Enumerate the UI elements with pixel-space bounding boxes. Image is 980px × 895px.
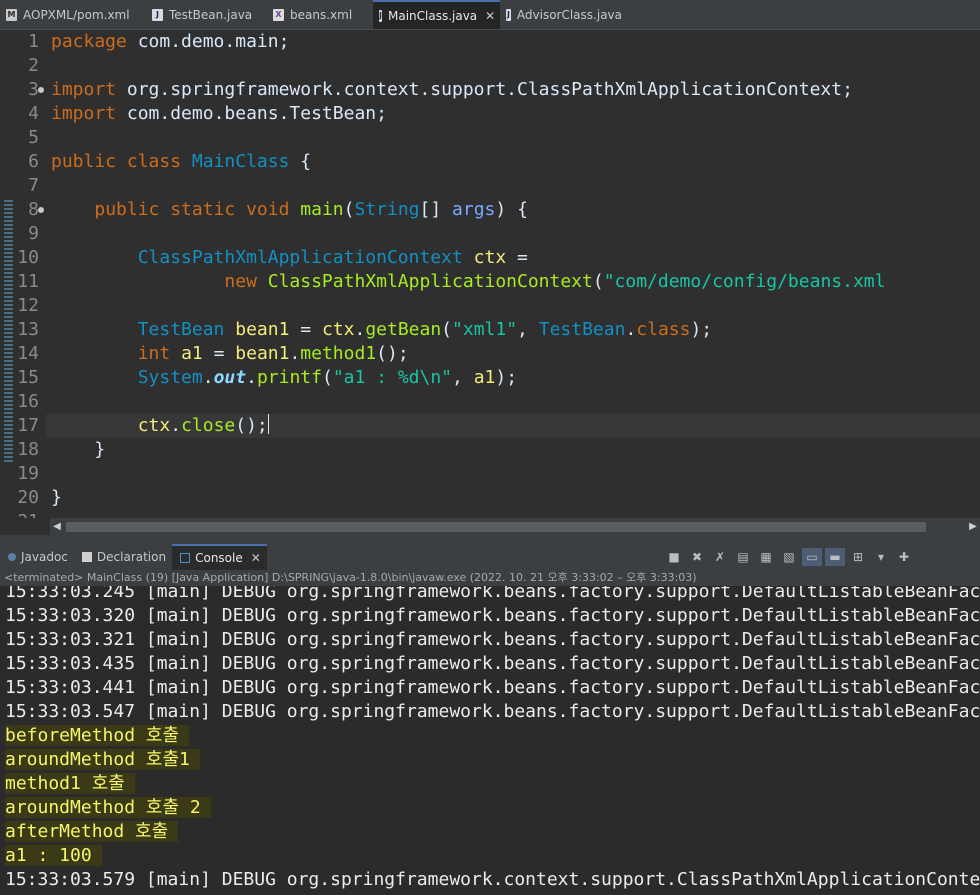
code-line-1: package com.demo.main; <box>51 31 290 52</box>
tab-declaration[interactable]: Declaration <box>74 544 172 570</box>
horizontal-scrollbar[interactable]: ◀ ▶ <box>50 518 980 535</box>
line-number: 3 <box>28 79 39 100</box>
remove-launch-icon[interactable]: ✖ <box>687 548 707 566</box>
console-status-line: <terminated> MainClass (19) [Java Applic… <box>0 570 980 586</box>
scroll-right-icon[interactable]: ▶ <box>966 518 980 535</box>
word-wrap-icon[interactable]: ▧ <box>779 548 799 566</box>
console-line: 15:33:03.321 [main] DEBUG org.springfram… <box>5 629 980 650</box>
console-line: 15:33:03.579 [main] DEBUG org.springfram… <box>5 869 980 890</box>
show-on-stdout-icon[interactable]: ▭ <box>802 548 822 566</box>
code-line-14: int a1 = bean1.method1(); <box>137 343 409 364</box>
text-cursor <box>267 414 269 434</box>
scrollbar-thumb[interactable] <box>66 522 926 532</box>
line-number: 20 <box>17 487 39 508</box>
console-line: 15:33:03.441 [main] DEBUG org.springfram… <box>5 677 980 698</box>
scroll-lock-icon[interactable]: ▦ <box>756 548 776 566</box>
console-output-line: beforeMethod 호출 <box>5 725 189 746</box>
tab-beans-xml[interactable]: X beans.xml <box>267 0 373 29</box>
javadoc-icon <box>8 553 16 561</box>
console-icon <box>180 553 191 563</box>
line-number: 12 <box>17 295 39 316</box>
gutter-filler <box>0 518 50 535</box>
tab-label: MainClass.java <box>387 8 478 23</box>
code-line-10: ClassPathXmlApplicationContext ctx = <box>137 247 528 268</box>
remove-all-icon[interactable]: ✗ <box>710 548 730 566</box>
show-on-stderr-icon[interactable]: ▬ <box>825 548 845 566</box>
line-number: 8 <box>28 199 39 220</box>
tab-label: AdvisorClass.java <box>516 7 622 22</box>
console-line: 15:33:03.435 [main] DEBUG org.springfram… <box>5 653 980 674</box>
line-number: 16 <box>17 391 39 412</box>
tab-testbean-java[interactable]: J TestBean.java <box>146 0 267 29</box>
line-number: 14 <box>17 343 39 364</box>
tab-label: Declaration <box>96 550 167 564</box>
line-number: 5 <box>28 127 39 148</box>
open-console-icon[interactable]: ✚ <box>894 548 914 566</box>
line-number: 19 <box>17 463 39 484</box>
tab-javadoc[interactable]: Javadoc <box>0 544 74 570</box>
tab-label: Console <box>195 551 243 565</box>
line-number: 6 <box>28 151 39 172</box>
panel-divider[interactable] <box>0 535 980 544</box>
pin-console-icon[interactable]: ⊞ <box>848 548 868 566</box>
tab-label: TestBean.java <box>169 7 253 22</box>
code-line-8: public static void main(String[] args) { <box>94 199 528 220</box>
java-file-icon: J <box>152 8 163 21</box>
terminate-icon[interactable]: ■ <box>664 548 684 566</box>
clear-console-icon[interactable]: ▤ <box>733 548 753 566</box>
fold-icon[interactable] <box>38 87 44 93</box>
editor-tab-bar: M AOPXML/pom.xml J TestBean.java X beans… <box>0 0 980 30</box>
line-number: 15 <box>17 367 39 388</box>
code-line-17: ctx.close(); <box>137 414 269 436</box>
line-number: 9 <box>28 223 39 244</box>
xml-file-icon: X <box>273 8 284 21</box>
line-number: 7 <box>28 175 39 196</box>
tab-label: beans.xml <box>290 7 353 22</box>
console-output-line: a1 : 100 <box>5 845 102 866</box>
code-line-15: System.out.printf("a1 : %d\n", a1); <box>137 367 518 388</box>
java-file-icon: J <box>379 9 382 22</box>
close-icon[interactable]: ✕ <box>251 551 261 565</box>
console-line: 15:33:03.320 [main] DEBUG org.springfram… <box>5 605 980 626</box>
console-line: 15:33:03.547 [main] DEBUG org.springfram… <box>5 701 980 722</box>
line-number: 4 <box>28 103 39 124</box>
code-line-6: public class MainClass { <box>51 151 312 172</box>
maven-pom-icon: M <box>6 8 17 21</box>
line-number: 10 <box>17 247 39 268</box>
tab-console[interactable]: Console ✕ <box>172 544 267 570</box>
code-line-11: new ClassPathXmlApplicationContext("com/… <box>224 271 886 292</box>
line-number: 21 <box>0 510 39 518</box>
display-console-icon[interactable]: ▾ <box>871 548 891 566</box>
code-line-13: TestBean bean1 = ctx.getBean("xml1", Tes… <box>137 319 713 340</box>
line-number: 1 <box>28 31 39 52</box>
console-output[interactable]: 15:33:03.245 [main] DEBUG org.springfram… <box>0 586 980 895</box>
java-file-icon: J <box>506 8 511 21</box>
console-output-line: afterMethod 호출 <box>5 821 179 842</box>
fold-icon[interactable] <box>38 207 44 213</box>
close-icon[interactable]: ✕ <box>485 9 495 23</box>
code-line-3: import org.springframework.context.suppo… <box>51 79 853 100</box>
code-line-4: import com.demo.beans.TestBean; <box>51 103 387 124</box>
line-number: 17 <box>17 415 39 436</box>
tab-label: AOPXML/pom.xml <box>23 7 130 22</box>
tab-advisorclass-java[interactable]: J AdvisorClass.java <box>500 0 630 29</box>
line-number: 2 <box>28 55 39 76</box>
console-output-line: aroundMethod 호출 2 <box>5 797 211 818</box>
line-number-gutter: 1 2 3 4 5 6 7 8 9 10 11 12 13 14 15 16 1… <box>0 30 46 518</box>
tab-label: Javadoc <box>21 550 68 564</box>
tab-mainclass-java[interactable]: J MainClass.java ✕ <box>373 0 500 29</box>
code-editor[interactable]: 1 2 3 4 5 6 7 8 9 10 11 12 13 14 15 16 1… <box>0 30 980 518</box>
tab-aopxml-pom[interactable]: M AOPXML/pom.xml <box>0 0 146 29</box>
console-output-line: aroundMethod 호출1 <box>5 749 200 770</box>
declaration-icon <box>81 552 92 562</box>
console-output-line: method1 호출 <box>5 773 135 794</box>
line-number: 18 <box>17 439 39 460</box>
scroll-left-icon[interactable]: ◀ <box>50 518 64 535</box>
line-number: 11 <box>17 271 39 292</box>
console-toolbar: ■ ✖ ✗ ▤ ▦ ▧ ▭ ▬ ⊞ ▾ ✚ <box>664 548 914 566</box>
console-line: 15:33:03.245 [main] DEBUG org.springfram… <box>5 586 980 602</box>
line-number: 13 <box>17 319 39 340</box>
code-line-18: } <box>51 439 106 460</box>
code-line-20: } <box>51 487 62 508</box>
